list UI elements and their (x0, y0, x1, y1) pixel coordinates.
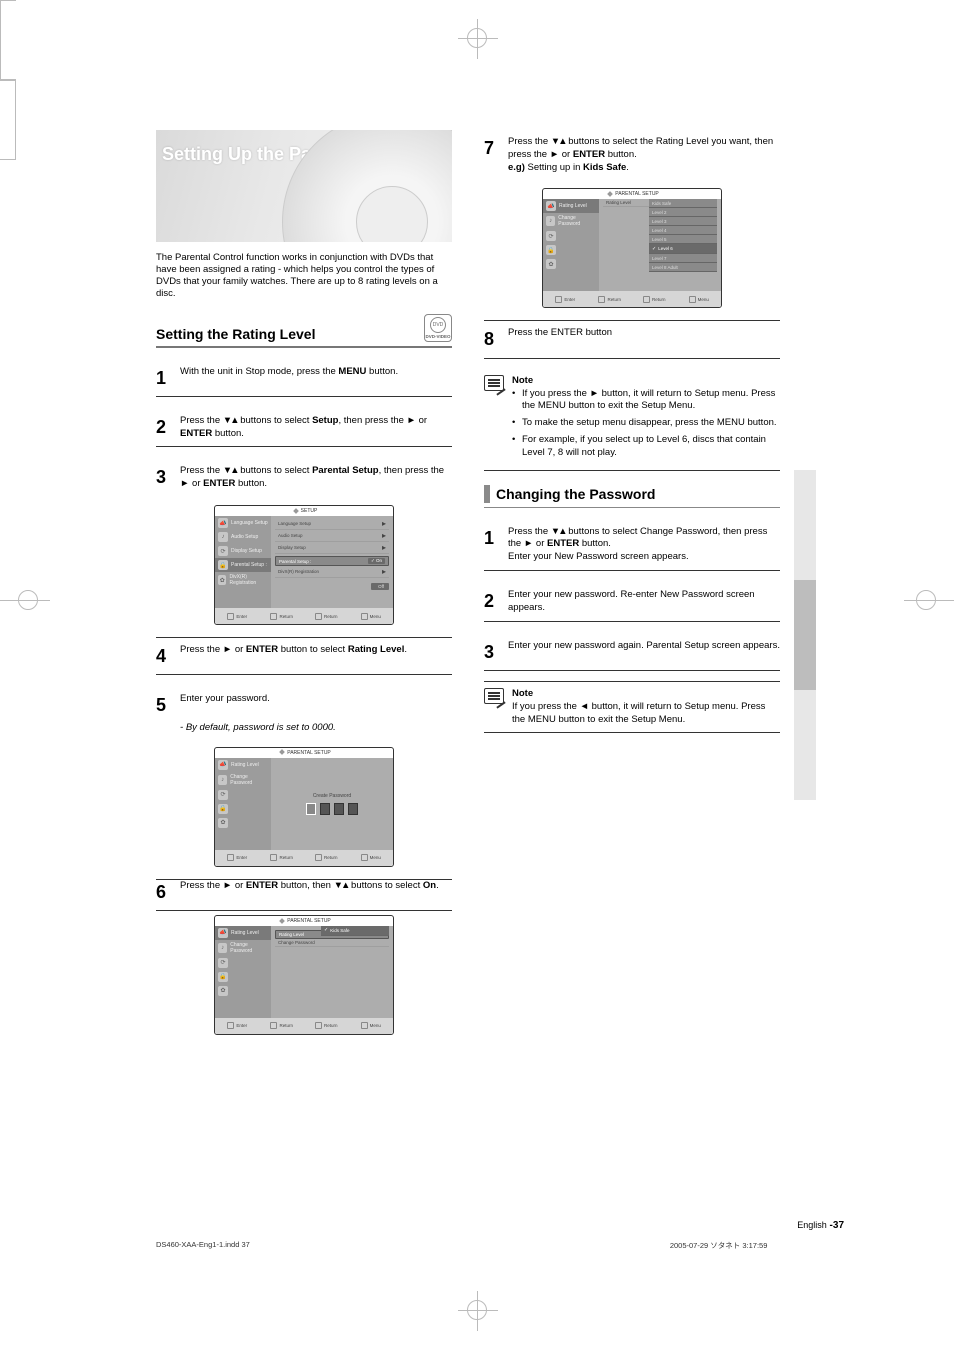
step-number: 5 (156, 693, 174, 717)
print-proof-line: DS460-XAA-Eng1-1.indd 37 2005-07-29 ソタネト… (156, 1240, 767, 1251)
page-number: English -37 (797, 1220, 844, 1231)
crop-mark-bottom (467, 1300, 487, 1323)
hero-banner: Setting Up the Parental Control (156, 130, 452, 242)
crop-corner (0, 0, 16, 40)
onscreen-rating-kidssafe: PARENTAL SETUP 📣Rating Level ♪Change Pas… (214, 915, 394, 1035)
step-number: 3 (484, 640, 502, 664)
step-number: 7 (484, 136, 502, 174)
note-body: Note If you press the ◄ button, it will … (512, 688, 780, 726)
crop-side-right (916, 590, 936, 610)
step-text: Press the ▼▲ buttons to select Change Pa… (508, 526, 780, 564)
step-number: 4 (156, 644, 174, 668)
crop-corner (0, 40, 16, 80)
note-body: Note If you press the ► button, it will … (512, 375, 780, 464)
intro-text: The Parental Control function works in c… (156, 252, 452, 300)
step-text: Press the ► or ENTER button, then ▼▲ but… (180, 880, 452, 904)
step-text: Press the ▼▲ buttons to select the Ratin… (508, 136, 780, 174)
step-number: 3 (156, 465, 174, 491)
section-heading-changepw: Changing the Password (496, 486, 655, 502)
step-number: 2 (484, 589, 502, 615)
step-text: Press the ► or ENTER button to select Ra… (180, 644, 452, 668)
step-number: 1 (156, 366, 174, 390)
section-bar-icon (484, 485, 490, 503)
onscreen-rating-list: PARENTAL SETUP 📣Rating Level ♪Change Pas… (542, 188, 722, 308)
dvd-video-icon: DVD DVD-VIDEO (424, 314, 452, 342)
crop-corner (0, 120, 16, 160)
onscreen-create-password: PARENTAL SETUP 📣Rating Level ♪Change Pas… (214, 747, 394, 867)
step-text: Enter your new password again. Parental … (508, 640, 780, 664)
step-number: 1 (484, 526, 502, 564)
step-number: 2 (156, 415, 174, 441)
side-tabs (794, 470, 816, 800)
onscreen-menu-setup: SETUP 📣Language Setup ♪Audio Setup ⟳Disp… (214, 505, 394, 625)
step-text: Press the ENTER button (508, 327, 780, 351)
step-number: 8 (484, 327, 502, 351)
step-text: With the unit in Stop mode, press the ME… (180, 366, 452, 390)
section-heading-rating: Setting the Rating Level (156, 326, 315, 342)
note-icon (484, 688, 504, 704)
crop-corner (0, 80, 16, 120)
note-icon (484, 375, 504, 391)
crop-side-left (18, 590, 38, 610)
step-number: 6 (156, 880, 174, 904)
step-subtext: - By default, password is set to 0000. (180, 722, 452, 733)
step-text: Enter your new password. Re-enter New Pa… (508, 589, 780, 615)
step-text: Press the ▼▲ buttons to select Parental … (180, 465, 452, 491)
step-text: Press the ▼▲ buttons to select Setup, th… (180, 415, 452, 441)
crop-mark-top (467, 28, 487, 51)
page-content: Setting Up the Parental Control The Pare… (156, 130, 806, 1041)
step-text: Enter your password. (180, 693, 452, 717)
